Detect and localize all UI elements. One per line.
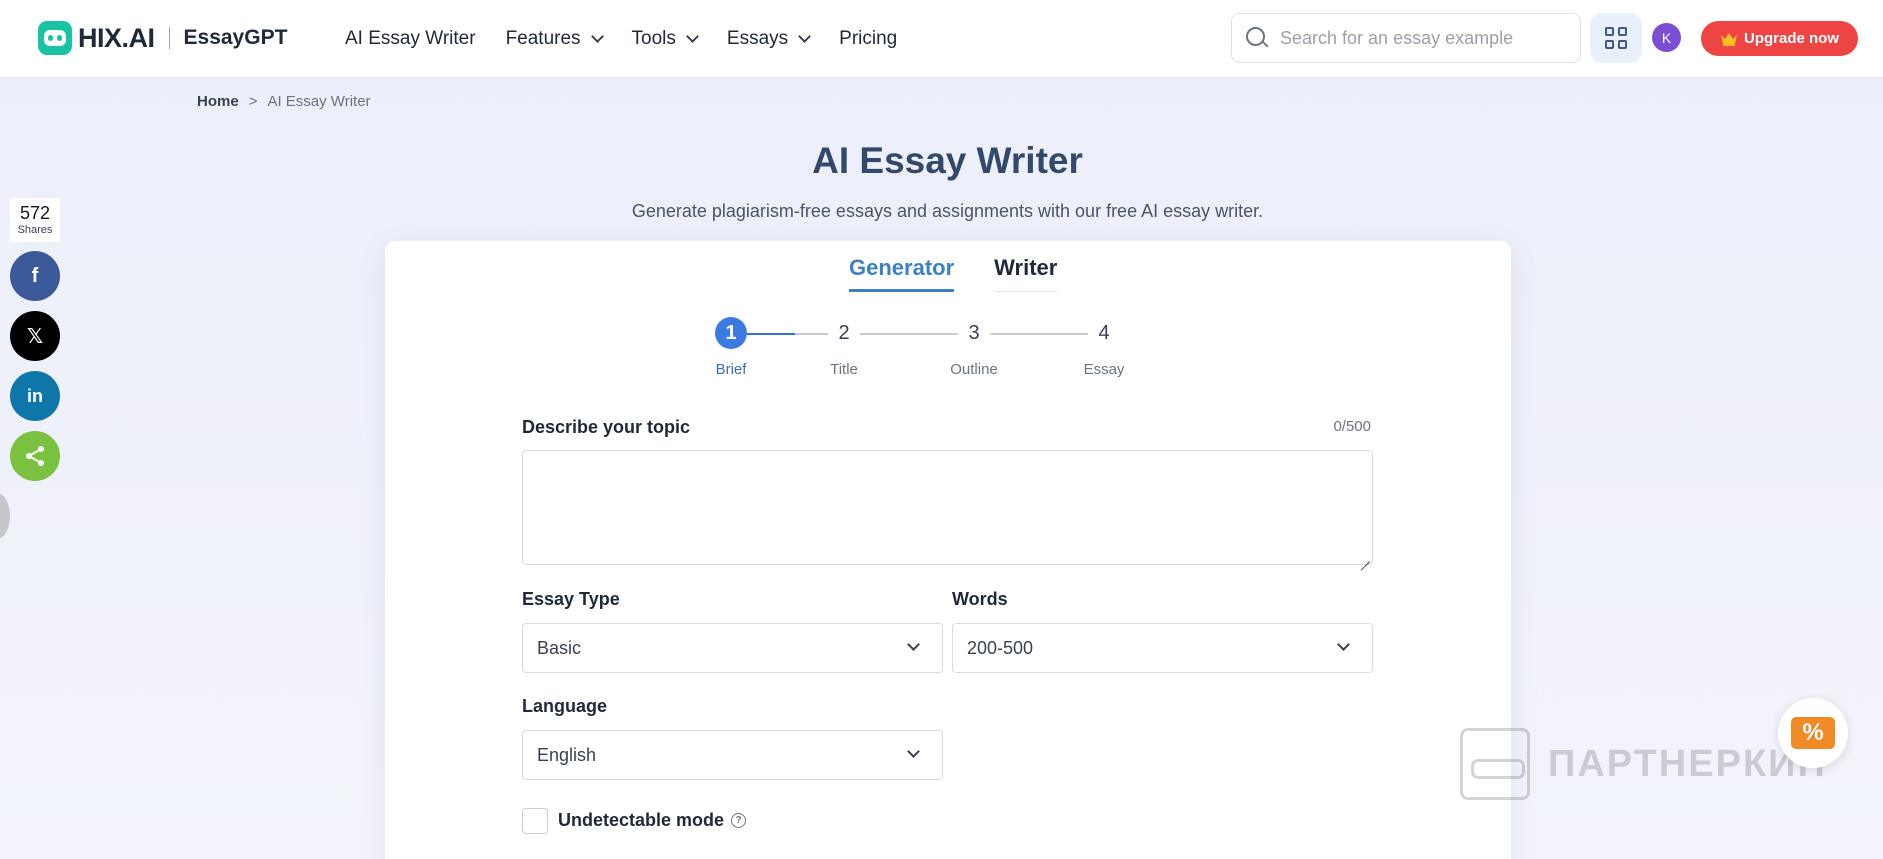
share-count-number: 572 bbox=[19, 203, 51, 223]
x-share-button[interactable]: 𝕏 bbox=[10, 311, 60, 361]
undetectable-mode-checkbox[interactable] bbox=[522, 808, 548, 834]
nav-tools[interactable]: Tools bbox=[631, 28, 699, 50]
essay-generator-card: Generator Writer 1 2 3 4 Brief Title Out… bbox=[385, 241, 1511, 859]
breadcrumb-separator: > bbox=[248, 93, 258, 110]
apps-grid-button[interactable] bbox=[1590, 13, 1642, 63]
language-label: Language bbox=[522, 696, 608, 716]
step-2-label: Title bbox=[830, 361, 858, 378]
linkedin-share-button[interactable]: in bbox=[10, 371, 60, 421]
logo-text: HIX.AI bbox=[78, 22, 155, 53]
chevron-down-icon bbox=[590, 30, 604, 43]
search-icon bbox=[1246, 27, 1268, 49]
essay-type-label: Essay Type bbox=[522, 589, 620, 609]
step-4-dot[interactable]: 4 bbox=[1088, 317, 1120, 349]
logo-divider bbox=[168, 27, 170, 49]
step-3-label: Outline bbox=[950, 361, 998, 378]
share-count: 572 Shares bbox=[10, 198, 60, 242]
page-subtitle: Generate plagiarism-free essays and assi… bbox=[631, 201, 1264, 221]
step-2-dot[interactable]: 2 bbox=[828, 317, 860, 349]
chevron-down-icon bbox=[907, 745, 920, 758]
essay-type-select[interactable]: Basic bbox=[522, 623, 943, 673]
words-value: 200-500 bbox=[967, 637, 1034, 658]
words-label: Words bbox=[952, 589, 1008, 609]
undetectable-mode-text: Undetectable mode bbox=[558, 810, 725, 830]
linkedin-icon: in bbox=[27, 385, 43, 406]
nav-label: Essays bbox=[726, 28, 789, 49]
step-3-dot[interactable]: 3 bbox=[958, 317, 990, 349]
step-connector bbox=[795, 333, 828, 335]
discount-tag-icon: % bbox=[1791, 717, 1835, 749]
step-1-label: Brief bbox=[715, 361, 747, 378]
chevron-down-icon bbox=[907, 638, 920, 651]
step-connector bbox=[860, 333, 958, 335]
crown-icon bbox=[1720, 32, 1738, 46]
facebook-icon: f bbox=[31, 264, 39, 287]
progress-steps: 1 2 3 4 Brief Title Outline Essay bbox=[715, 317, 1165, 378]
facebook-share-button[interactable]: f bbox=[10, 251, 60, 301]
chevron-down-icon bbox=[686, 30, 699, 43]
tab-writer[interactable]: Writer bbox=[994, 255, 1058, 292]
topic-textarea[interactable] bbox=[522, 450, 1373, 565]
nav-label: Features bbox=[505, 28, 581, 49]
step-1-dot[interactable]: 1 bbox=[715, 317, 747, 349]
undetectable-mode-label[interactable]: Undetectable mode ? bbox=[558, 810, 747, 831]
mode-tabs: Generator Writer bbox=[849, 255, 1058, 292]
upgrade-label: Upgrade now bbox=[1743, 30, 1839, 47]
step-connector bbox=[990, 333, 1088, 335]
upgrade-button[interactable]: Upgrade now bbox=[1701, 21, 1858, 56]
step-connector bbox=[747, 333, 795, 335]
nav-label: Tools bbox=[631, 28, 676, 49]
watermark-logo-icon bbox=[1460, 728, 1530, 800]
search-box[interactable] bbox=[1231, 13, 1581, 63]
grid-icon bbox=[1605, 27, 1627, 49]
breadcrumb: Home > AI Essay Writer bbox=[197, 93, 371, 110]
watermark: ПАРТНЕРКИН bbox=[1460, 728, 1827, 800]
top-header: HIX.AI EssayGPT AI Essay Writer Features… bbox=[0, 0, 1883, 78]
logo-subtitle: EssayGPT bbox=[183, 26, 288, 49]
breadcrumb-home[interactable]: Home bbox=[197, 93, 239, 110]
topic-counter: 0/500 bbox=[1333, 418, 1371, 435]
topic-label: Describe your topic bbox=[522, 417, 691, 437]
nav-pricing[interactable]: Pricing bbox=[839, 28, 897, 50]
breadcrumb-current: AI Essay Writer bbox=[267, 93, 371, 110]
main-nav: AI Essay Writer Features Tools Essays Pr… bbox=[345, 24, 927, 54]
search-input[interactable] bbox=[1280, 27, 1560, 49]
side-collapse-handle[interactable] bbox=[0, 493, 10, 539]
words-select[interactable]: 200-500 bbox=[952, 623, 1373, 673]
promo-button[interactable]: % bbox=[1778, 698, 1848, 768]
language-value: English bbox=[537, 744, 597, 765]
resize-grip-icon[interactable] bbox=[1360, 552, 1370, 562]
share-icon bbox=[26, 446, 44, 466]
page-title: AI Essay Writer bbox=[812, 140, 1083, 181]
nav-label: AI Essay Writer bbox=[345, 28, 476, 49]
chevron-down-icon bbox=[798, 30, 812, 43]
help-icon[interactable]: ? bbox=[731, 813, 747, 828]
language-select[interactable]: English bbox=[522, 730, 943, 780]
hix-logo-icon bbox=[38, 21, 72, 55]
share-count-label: Shares bbox=[17, 224, 53, 236]
chevron-down-icon bbox=[1337, 638, 1350, 651]
nav-features[interactable]: Features bbox=[505, 28, 604, 50]
x-icon: 𝕏 bbox=[26, 325, 44, 348]
essay-type-value: Basic bbox=[537, 637, 582, 658]
tab-generator[interactable]: Generator bbox=[849, 255, 955, 292]
avatar[interactable]: K bbox=[1652, 23, 1681, 52]
step-4-label: Essay bbox=[1083, 361, 1125, 378]
nav-ai-essay-writer[interactable]: AI Essay Writer bbox=[345, 28, 476, 50]
nav-essays[interactable]: Essays bbox=[726, 28, 812, 50]
share-button[interactable] bbox=[10, 431, 60, 481]
nav-label: Pricing bbox=[839, 28, 898, 49]
logo[interactable]: HIX.AI EssayGPT bbox=[38, 20, 287, 56]
